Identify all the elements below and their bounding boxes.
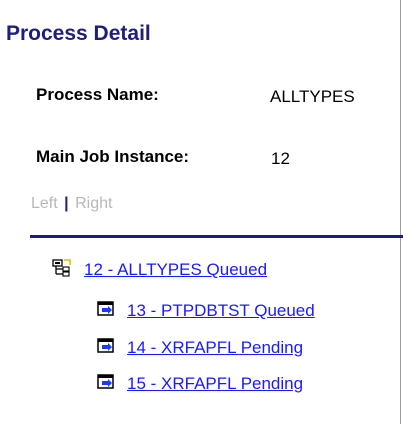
process-detail-panel: Process Detail Process Name: ALLTYPES Ma…	[0, 0, 403, 424]
main-job-instance-label: Main Job Instance:	[36, 147, 190, 166]
process-icon	[97, 300, 115, 322]
tree-child-link[interactable]: 15 - XRFAPFL Pending	[127, 374, 303, 394]
tree-child-node[interactable]: 15 - XRFAPFL Pending	[97, 373, 303, 395]
main-job-instance-value: 12	[271, 149, 290, 168]
tree-child-link[interactable]: 13 - PTPDBTST Queued	[127, 301, 315, 321]
page-title: Process Detail	[6, 22, 151, 45]
jobset-icon	[52, 258, 72, 282]
process-icon	[97, 373, 115, 395]
process-name-value: ALLTYPES	[270, 87, 355, 106]
divider	[30, 235, 403, 238]
nav-separator: |	[64, 195, 69, 212]
process-icon	[97, 337, 115, 359]
tree-child-node[interactable]: 13 - PTPDBTST Queued	[97, 300, 315, 322]
tree-root-link[interactable]: 12 - ALLTYPES Queued	[84, 260, 267, 280]
tree-child-link[interactable]: 14 - XRFAPFL Pending	[127, 338, 303, 358]
nav-left-right: Left | Right	[31, 195, 112, 213]
tree-root-node[interactable]: 12 - ALLTYPES Queued	[52, 258, 267, 282]
tree-child-node[interactable]: 14 - XRFAPFL Pending	[97, 337, 303, 359]
nav-left-link: Left	[31, 195, 58, 212]
process-name-label: Process Name:	[36, 85, 159, 104]
nav-right-link: Right	[75, 195, 113, 212]
